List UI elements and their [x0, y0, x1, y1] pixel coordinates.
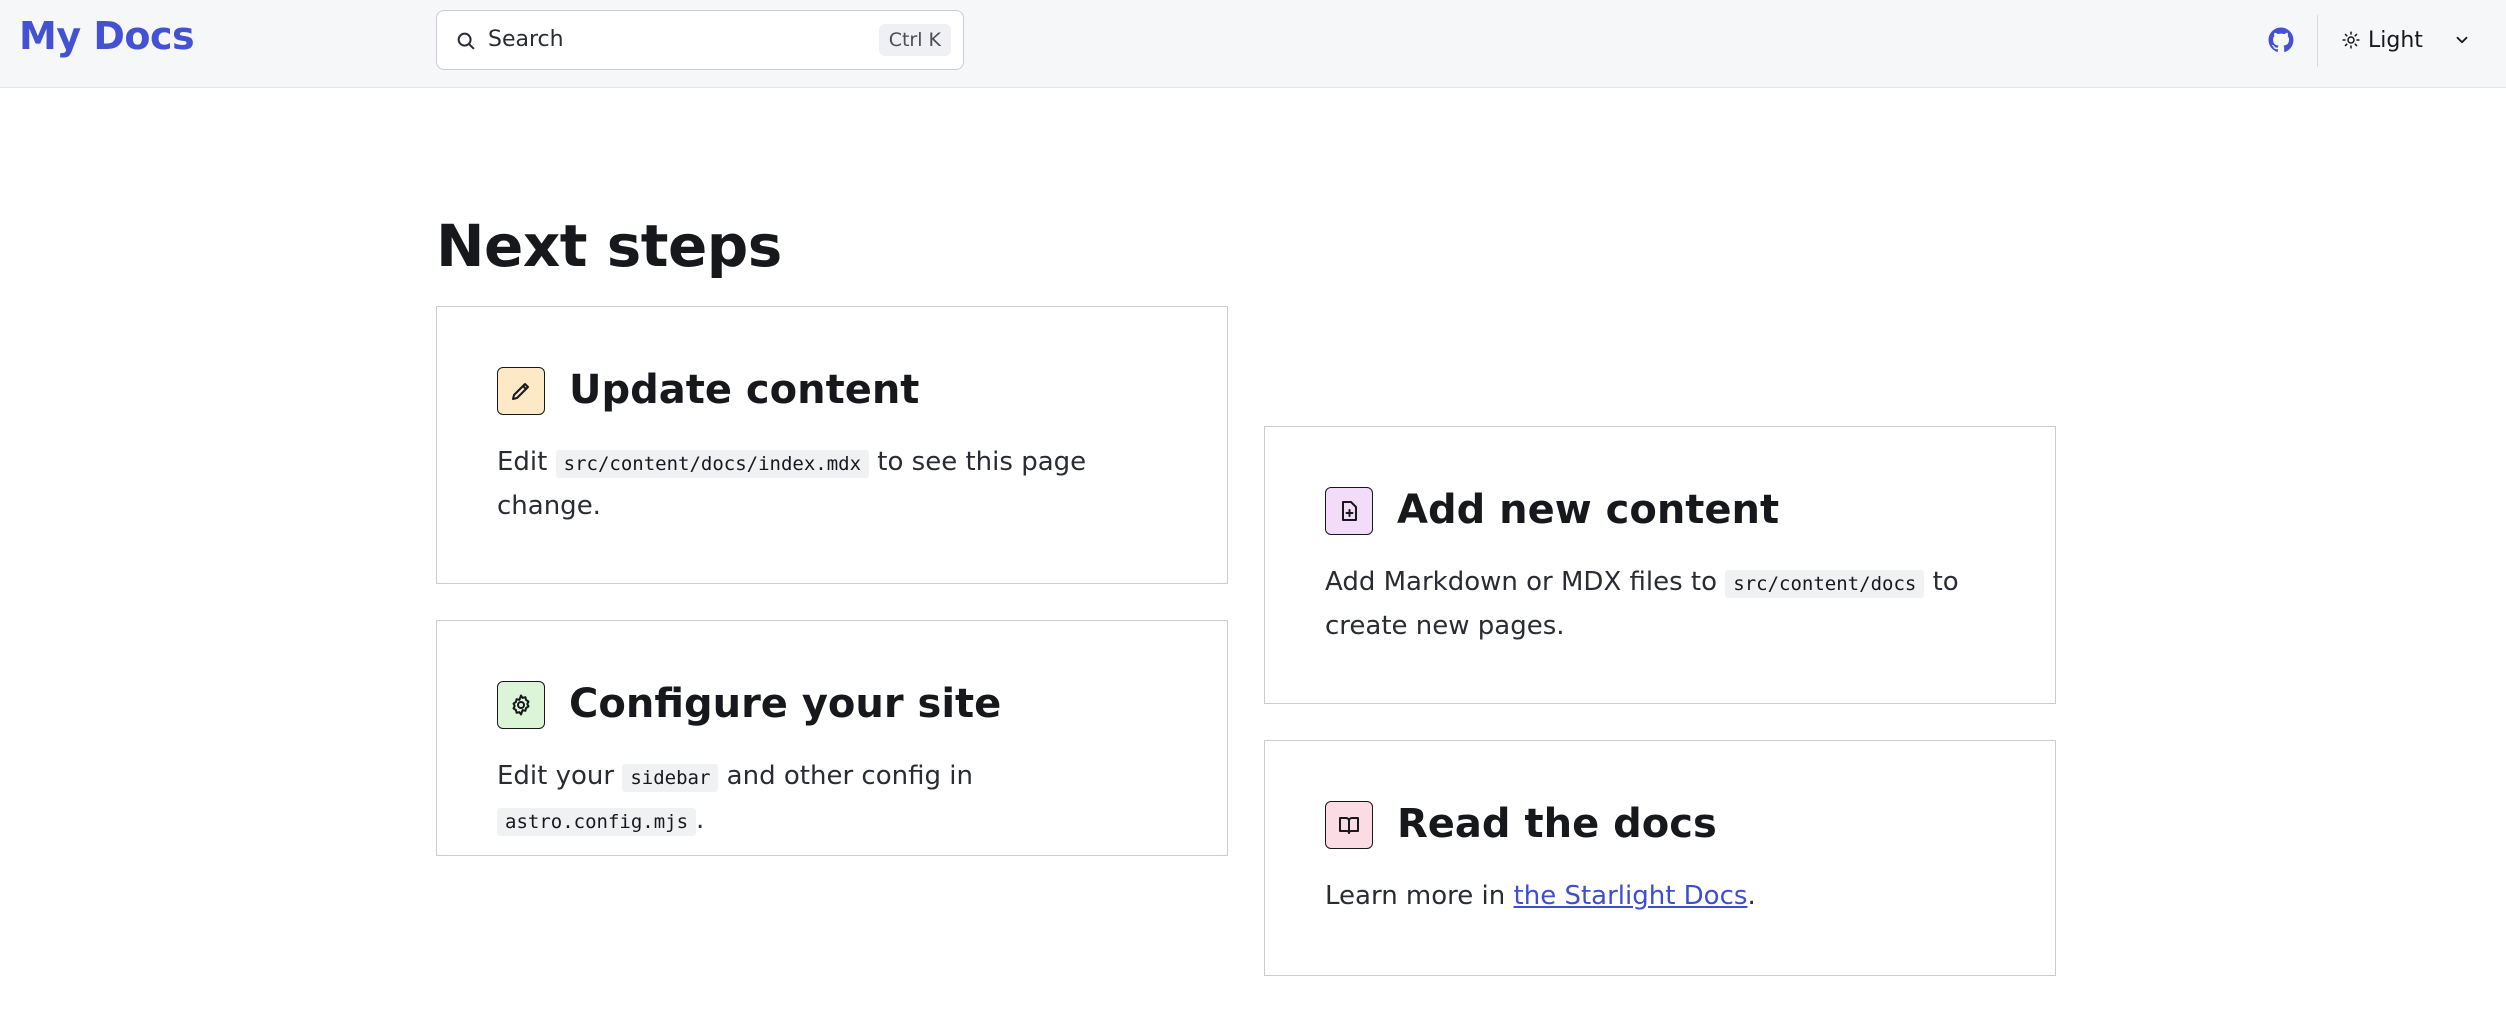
code-snippet: src/content/docs [1725, 570, 1925, 598]
code-snippet: src/content/docs/index.mdx [555, 450, 870, 478]
code-snippet: astro.config.mjs [497, 808, 697, 836]
add-document-icon [1342, 501, 1357, 521]
card-title: Read the docs [1397, 801, 1717, 847]
card-configure-site: Configure your site Edit your sidebar an… [436, 620, 1228, 856]
search-icon [457, 32, 475, 50]
gear-icon [512, 694, 530, 716]
header-divider [2317, 15, 2318, 67]
search-label: Search [488, 27, 564, 52]
card-description: Edit your sidebar and other config in as… [497, 761, 973, 836]
chevron-down-icon [2456, 36, 2468, 44]
starlight-docs-link[interactable]: the Starlight Docs [1514, 881, 1748, 911]
site-title-link[interactable]: My Docs [19, 14, 195, 58]
card-icon-badge [1325, 487, 1373, 535]
card-description: Learn more in the Starlight Docs. [1325, 881, 1756, 911]
github-icon[interactable] [2268, 27, 2294, 53]
site-header: My Docs Search Ctrl K Light [0, 0, 2506, 88]
card-icon-badge [1325, 801, 1373, 849]
open-book-icon [1339, 817, 1359, 834]
card-icon-badge [497, 367, 545, 415]
pencil-icon [512, 383, 529, 400]
theme-select[interactable]: Light [2342, 25, 2471, 55]
page-title: Next steps [436, 212, 782, 280]
card-add-new-content: Add new content Add Markdown or MDX file… [1264, 426, 2056, 704]
card-update-content: Update content Edit src/content/docs/ind… [436, 306, 1228, 584]
card-title: Update content [569, 367, 920, 413]
code-snippet: sidebar [622, 764, 719, 792]
search-button[interactable]: Search Ctrl K [436, 10, 964, 70]
card-read-the-docs: Read the docs Learn more in the Starligh… [1264, 740, 2056, 976]
card-description: Add Markdown or MDX files to src/content… [1325, 567, 1959, 641]
card-title: Add new content [1397, 487, 1780, 533]
sun-icon [2342, 31, 2360, 49]
theme-select-value: Light [2368, 27, 2423, 53]
card-icon-badge [497, 681, 545, 729]
search-shortcut-badge: Ctrl K [878, 24, 951, 56]
card-title: Configure your site [569, 681, 1002, 727]
card-description: Edit src/content/docs/index.mdx to see t… [497, 447, 1087, 521]
